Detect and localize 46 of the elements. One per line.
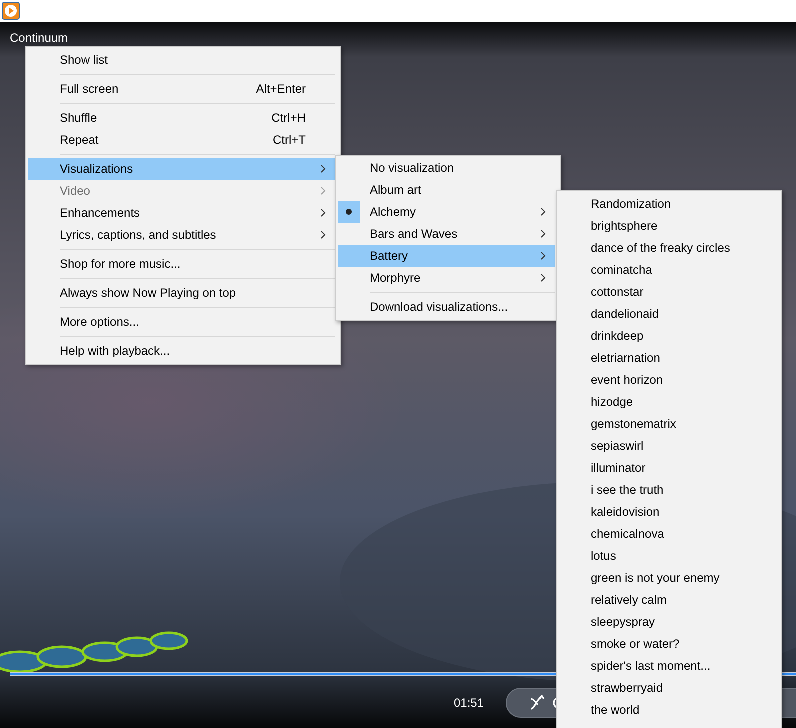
menu-item[interactable]: cominatcha	[559, 259, 776, 281]
menu-item[interactable]: Morphyre	[338, 267, 555, 289]
menu-item[interactable]: sepiaswirl	[559, 435, 776, 457]
menu-item[interactable]: Alchemy	[338, 201, 555, 223]
menu-item[interactable]: brightsphere	[559, 215, 776, 237]
menu-item[interactable]: dance of the freaky circles	[559, 237, 776, 259]
menu-item[interactable]: i see the truth	[559, 479, 776, 501]
menu-item[interactable]: Battery	[338, 245, 555, 267]
menu-item[interactable]: Bars and Waves	[338, 223, 555, 245]
menu-item[interactable]: lotus	[559, 545, 776, 567]
menu-item[interactable]: strawberryaid	[559, 677, 776, 699]
menu-item[interactable]: Show list	[28, 49, 335, 71]
menu-item[interactable]: dandelionaid	[559, 303, 776, 325]
menu-item[interactable]: Help with playback...	[28, 340, 335, 362]
menu-item[interactable]: Album art	[338, 179, 555, 201]
menu-item[interactable]: Shop for more music...	[28, 253, 335, 275]
menu-item[interactable]: cottonstar	[559, 281, 776, 303]
menu-item[interactable]: drinkdeep	[559, 325, 776, 347]
menu-item[interactable]: Repeat Ctrl+T	[28, 129, 335, 151]
menu-item[interactable]: Download visualizations...	[338, 296, 555, 318]
menu-item[interactable]: event horizon	[559, 369, 776, 391]
menu-item[interactable]: chemicalnova	[559, 523, 776, 545]
menu-item[interactable]: Full screen Alt+Enter	[28, 78, 335, 100]
menu-item[interactable]: the world	[559, 699, 776, 721]
menu-item[interactable]: gemstonematrix	[559, 413, 776, 435]
shuffle-icon[interactable]	[529, 695, 545, 711]
menu-item[interactable]: Always show Now Playing on top	[28, 282, 335, 304]
menu-item[interactable]: relatively calm	[559, 589, 776, 611]
menu-item[interactable]: eletriarnation	[559, 347, 776, 369]
track-title: Continuum	[10, 31, 68, 45]
menu-item[interactable]: Enhancements	[28, 202, 335, 224]
menu-item[interactable]: spider's last moment...	[559, 655, 776, 677]
menu-item[interactable]: illuminator	[559, 457, 776, 479]
app-icon[interactable]	[2, 2, 20, 20]
elapsed-time: 01:51	[454, 696, 484, 710]
menu-item[interactable]: More options...	[28, 311, 335, 333]
menu-item[interactable]: hizodge	[559, 391, 776, 413]
menu-item[interactable]: Randomization	[559, 193, 776, 215]
menu-item[interactable]: sleepyspray	[559, 611, 776, 633]
menu-item[interactable]: green is not your enemy	[559, 567, 776, 589]
menu-item[interactable]: Lyrics, captions, and subtitles	[28, 224, 335, 246]
menu-item[interactable]: smoke or water?	[559, 633, 776, 655]
menu-item[interactable]: Visualizations	[28, 158, 335, 180]
menu-item[interactable]: Shuffle Ctrl+H	[28, 107, 335, 129]
menu-item[interactable]: No visualization	[338, 157, 555, 179]
menu-item[interactable]: kaleidovision	[559, 501, 776, 523]
